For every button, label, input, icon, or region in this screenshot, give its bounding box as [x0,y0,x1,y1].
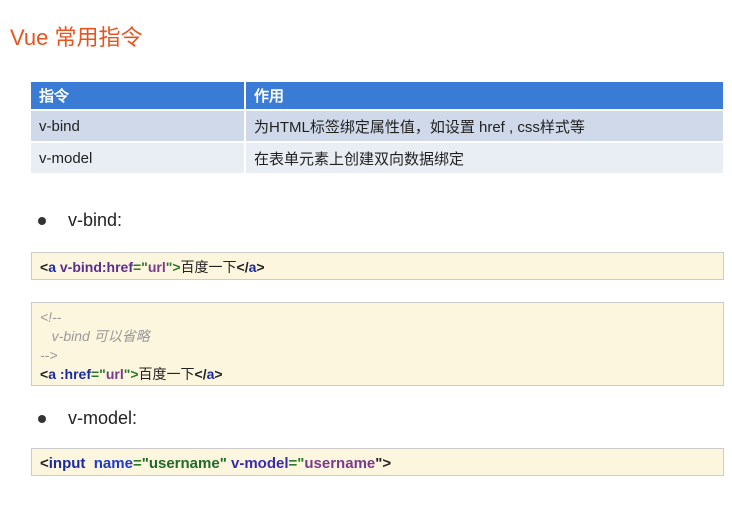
directive-table: 指令 作用 v-bind 为HTML标签绑定属性值，如设置 href , css样式… [31,82,725,173]
bullet-dot-icon [38,415,46,424]
code-token: input [48,455,94,472]
header-purpose: 作用 [245,82,725,110]
page-title: Vue 常用指令 [10,25,143,50]
code-token: url [147,259,166,275]
code-line: <input name="username" v-model="username… [40,455,391,472]
code-comment: <!-- [40,309,62,325]
code-token: a [48,366,60,382]
bullet-dot-icon [38,217,46,226]
code-token: =" [288,455,305,472]
code-token: "username" [141,455,231,472]
code-token: < [40,455,49,472]
cell-purpose: 在表单元素上创建双向数据绑定 [245,141,725,173]
code-token: =" [91,366,106,382]
code-token: url [105,366,124,382]
code-comment: v-bind 可以省略 [40,328,150,344]
code-token: =" [132,259,148,275]
bullet-v-bind: v-bind: [38,210,122,231]
code-token: < [40,366,49,382]
cell-purpose: 为HTML标签绑定属性值，如设置 href , css样式等 [245,109,725,142]
code-token: > [256,259,265,275]
code-block-v-model: <input name="username" v-model="username… [31,448,724,476]
code-token: 百度一下 [180,259,237,275]
code-token: v-model [230,455,289,472]
cell-directive: v-model [31,141,246,173]
code-token: </ [236,259,249,275]
code-token: = [132,455,142,472]
code-comment: --> [40,347,58,363]
code-token: < [40,259,49,275]
code-block-v-bind: <a v-bind:href="url">百度一下</a> [31,252,724,280]
bullet-label: v-model: [68,408,138,428]
table-row: v-model 在表单元素上创建双向数据绑定 [31,141,725,173]
code-token: 百度一下 [138,366,195,382]
header-directive: 指令 [31,82,246,110]
code-token: </ [194,366,207,382]
code-line: <a v-bind:href="url">百度一下</a> [40,259,265,275]
code-token: "> [375,455,392,472]
bullet-label: v-bind: [68,210,123,230]
code-token: a [48,259,60,275]
code-block-shorthand: <!-- v-bind 可以省略 --> <a :href="url">百度一下… [31,302,724,386]
code-token: v-bind:href [59,259,133,275]
code-token: "> [165,259,181,275]
code-token: username [304,455,376,472]
code-token: "> [123,366,139,382]
cell-directive: v-bind [31,109,246,142]
code-line: <a :href="url">百度一下</a> [40,365,715,384]
code-token: name [93,455,133,472]
table-row: v-bind 为HTML标签绑定属性值，如设置 href , css样式等 [31,109,725,142]
bullet-v-model: v-model: [38,408,137,429]
code-token: > [214,366,223,382]
code-token: :href [59,366,91,382]
